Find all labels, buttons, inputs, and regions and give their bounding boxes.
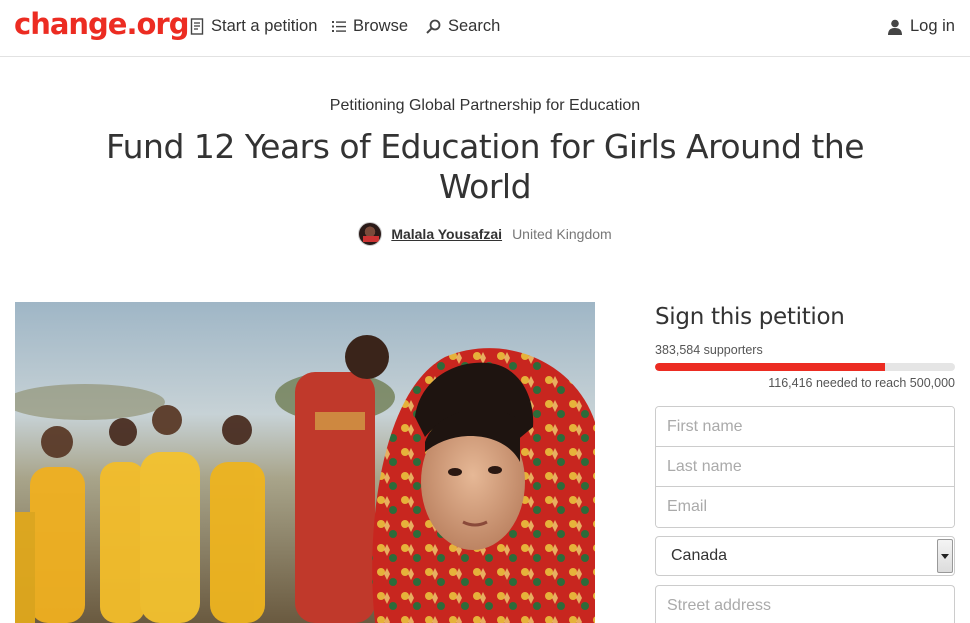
petitioning-target: Petitioning Global Partnership for Educa… xyxy=(329,97,641,114)
petition-title: Fund 12 Years of Education for Girls Aro… xyxy=(105,127,865,206)
author-avatar xyxy=(358,222,383,246)
browse-label: Browse xyxy=(353,17,409,35)
hero-photo xyxy=(15,302,595,623)
country-select[interactable]: Canada xyxy=(655,536,955,576)
supporters-count: 383,584 supporters xyxy=(655,343,763,357)
country-select-value: Canada xyxy=(671,547,728,564)
start-petition-link[interactable]: Start a petition xyxy=(190,17,317,36)
signature-progress-fill xyxy=(655,363,886,371)
signatures-needed: 116,416 needed to reach 500,000 xyxy=(768,376,955,390)
search-label: Search xyxy=(448,17,501,35)
search-link[interactable]: Search xyxy=(426,17,500,36)
signature-progress-bar xyxy=(655,363,955,371)
change-org-logo[interactable]: change.org xyxy=(14,7,189,41)
last-name-field[interactable] xyxy=(656,447,954,487)
caret-down-icon[interactable] xyxy=(937,539,953,573)
login-label: Log in xyxy=(910,17,955,35)
sign-petition-heading: Sign this petition xyxy=(655,304,845,330)
petition-doc-icon xyxy=(190,18,204,35)
search-icon xyxy=(426,19,441,34)
start-petition-label: Start a petition xyxy=(211,17,318,35)
first-name-field[interactable] xyxy=(656,407,954,447)
list-icon xyxy=(332,21,346,32)
login-link[interactable]: Log in xyxy=(887,17,955,36)
petition-hero-image xyxy=(15,302,595,623)
signer-name-email-fields xyxy=(655,406,955,528)
email-field[interactable] xyxy=(656,487,954,527)
user-icon xyxy=(888,19,902,35)
browse-link[interactable]: Browse xyxy=(332,17,408,36)
top-navigation-bar: change.org Start a petition Browse Searc… xyxy=(0,0,970,57)
street-address-field[interactable] xyxy=(655,585,955,623)
author-location: United Kingdom xyxy=(512,226,612,242)
petition-author: Malala Yousafzai United Kingdom xyxy=(0,222,970,246)
author-name-link[interactable]: Malala Yousafzai xyxy=(391,226,502,242)
